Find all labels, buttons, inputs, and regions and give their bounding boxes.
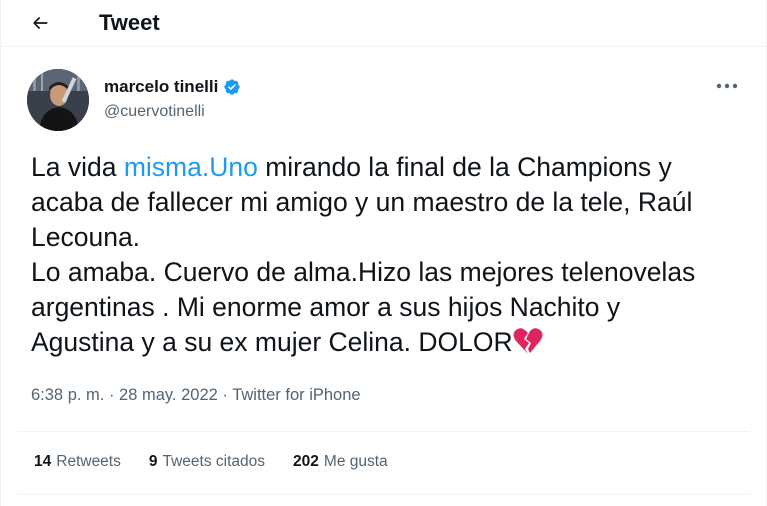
tweet-link-misma-uno[interactable]: misma.Uno	[124, 152, 258, 182]
tweet-text-rest: mirando la final de la Champions y acaba…	[31, 152, 696, 357]
tweet-time[interactable]: 6:38 p. m.	[31, 386, 104, 404]
likes-label: Me gusta	[323, 453, 388, 470]
back-arrow-icon	[33, 17, 48, 29]
tweet-date[interactable]: 28 may. 2022	[119, 386, 218, 404]
retweets-stat[interactable]: 14 Retweets	[34, 450, 121, 474]
more-dots-icon	[716, 83, 738, 89]
meta-separator: ·	[104, 386, 120, 404]
author-handle[interactable]: @cuervotinelli	[104, 101, 205, 123]
quote-tweets-label: Tweets citados	[162, 453, 266, 470]
likes-stat[interactable]: 202 Me gusta	[293, 450, 388, 474]
author-display-name[interactable]: marcelo tinelli	[104, 76, 218, 98]
tweet-meta: 6:38 p. m. · 28 may. 2022 · Twitter for …	[31, 383, 361, 407]
back-button[interactable]	[25, 8, 55, 38]
avatar[interactable]	[27, 69, 89, 131]
page-title: Tweet	[99, 10, 160, 35]
tweet-text-start: La vida	[31, 152, 124, 182]
broken-heart-icon	[513, 327, 543, 355]
tweet-stats: 14 Retweets 9 Tweets citados 202 Me gust…	[34, 450, 416, 474]
tweet-source[interactable]: Twitter for iPhone	[232, 386, 360, 404]
more-options-button[interactable]	[712, 76, 742, 96]
divider	[17, 431, 750, 432]
avatar-photo-icon	[27, 69, 89, 131]
divider	[17, 494, 750, 495]
quote-tweets-stat[interactable]: 9 Tweets citados	[149, 450, 265, 474]
retweets-count: 14	[34, 453, 52, 470]
quote-tweets-count: 9	[148, 453, 158, 470]
tweet-detail-panel: Tweet marcelo tinelli @cuervotinelli La …	[0, 0, 767, 506]
retweets-label: Retweets	[56, 453, 121, 470]
verified-badge-icon	[223, 78, 241, 96]
header-bar: Tweet	[1, 0, 766, 47]
tweet-body: La vida misma.Uno mirando la final de la…	[31, 150, 751, 360]
likes-count: 202	[293, 453, 319, 470]
meta-separator: ·	[217, 386, 233, 404]
author-name-row[interactable]: marcelo tinelli	[104, 76, 241, 98]
